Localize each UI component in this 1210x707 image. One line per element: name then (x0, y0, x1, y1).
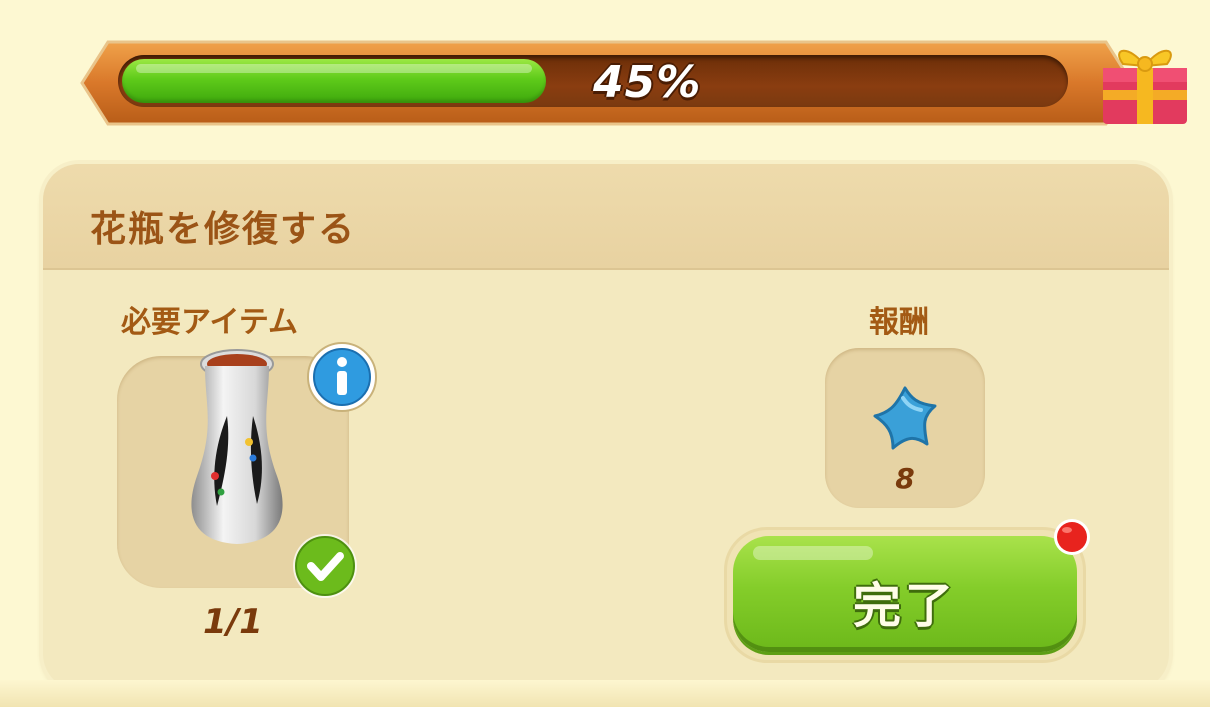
progress-fill (122, 59, 546, 103)
task-title: 花瓶を修復する (90, 209, 357, 250)
panel-header: 花瓶を修復する (43, 164, 1169, 270)
bottom-strip (0, 680, 1210, 707)
gift-box-icon[interactable] (1093, 38, 1198, 128)
vase-icon (191, 349, 283, 544)
notification-dot-icon (1054, 519, 1090, 555)
checkmark-icon (293, 534, 357, 598)
task-panel: 花瓶を修復する 必要アイテム 報酬 1/1 8 完了 (43, 164, 1169, 690)
progress-track: 45% (118, 55, 1068, 108)
required-items-label: 必要アイテム (121, 305, 298, 340)
info-icon[interactable] (305, 340, 379, 414)
complete-button[interactable]: 完了 (727, 530, 1083, 660)
reward-tile: 8 (825, 348, 985, 508)
progress-percent: 45% (593, 57, 702, 108)
complete-button-face[interactable]: 完了 (733, 536, 1077, 652)
blue-star-icon (873, 386, 937, 450)
required-item-count: 1/1 (203, 602, 263, 642)
complete-button-label[interactable]: 完了 (733, 566, 1077, 636)
reward-label: 報酬 (869, 305, 929, 340)
reward-count: 8 (895, 462, 915, 495)
task-progress-bar: 45% (78, 38, 1187, 128)
